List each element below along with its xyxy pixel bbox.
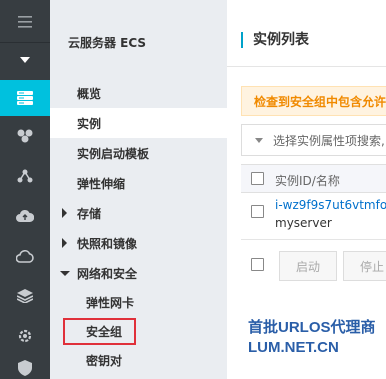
- gear-icon[interactable]: [0, 318, 50, 354]
- sidebar-item-label: 弹性伸缩: [77, 176, 126, 191]
- instance-name: myserver: [275, 216, 332, 230]
- sidebar-item-auto-scaling[interactable]: 弹性伸缩: [50, 168, 227, 198]
- menu-icon[interactable]: [0, 4, 50, 40]
- watermark-line1: 首批URLOS代理商: [248, 319, 376, 336]
- sidebar-item-label: 实例: [77, 116, 102, 131]
- sidebar-item-label: 实例启动模板: [77, 146, 150, 161]
- sidebar-subitem-label: 弹性网卡: [86, 295, 135, 310]
- sidebar-item-label: 快照和镜像: [77, 236, 138, 251]
- bulk-select-checkbox[interactable]: [251, 258, 264, 271]
- sidebar-item-instances[interactable]: 实例: [50, 108, 227, 138]
- sidebar-title: 云服务器 ECS: [68, 36, 147, 50]
- stop-button[interactable]: 停止: [343, 251, 386, 281]
- sidebar-item-storage[interactable]: 存储: [50, 198, 227, 228]
- sidebar-item-label: 网络和安全: [77, 266, 138, 281]
- highlight-box: [63, 318, 136, 345]
- sidebar-item-label: 概览: [77, 86, 102, 101]
- sidebar-item-network-security[interactable]: 网络和安全: [50, 258, 227, 288]
- cluster-icon[interactable]: [0, 118, 50, 154]
- select-all-checkbox[interactable]: [251, 172, 264, 185]
- cloud-icon[interactable]: [0, 238, 50, 274]
- network-icon[interactable]: [0, 158, 50, 194]
- watermark-line2: LUM.NET.CN: [248, 339, 339, 356]
- row-checkbox[interactable]: [251, 205, 264, 218]
- sidebar-item-overview[interactable]: 概览: [50, 78, 227, 108]
- sidebar-item-label: 存储: [77, 206, 102, 221]
- row-divider: [241, 239, 386, 240]
- instance-id-link[interactable]: i-wz9f9s7ut6vtmfog: [275, 198, 386, 212]
- sidebar-subitem-label: 密钥对: [86, 353, 123, 368]
- table-header: 实例ID/名称: [241, 165, 386, 193]
- chevron-right-icon: [62, 208, 67, 218]
- search-placeholder: 选择实例属性项搜索,: [273, 133, 385, 148]
- start-button-label: 启动: [295, 259, 320, 274]
- chevron-right-icon: [62, 238, 67, 248]
- server-icon[interactable]: [0, 80, 50, 116]
- icon-rail: [0, 0, 50, 379]
- watermark: 首批URLOS代理商 LUM.NET.CN: [248, 318, 376, 358]
- layers-icon[interactable]: [0, 278, 50, 314]
- instance-search-input[interactable]: 选择实例属性项搜索,: [241, 124, 386, 156]
- chevron-down-icon[interactable]: [0, 42, 50, 78]
- page-title: 实例列表: [241, 32, 309, 48]
- warning-text: 检查到安全组中包含允许: [254, 94, 386, 109]
- shield-icon[interactable]: [0, 350, 50, 379]
- chevron-down-icon: [60, 271, 70, 276]
- start-button[interactable]: 启动: [279, 251, 337, 281]
- sidebar-item-snapshots-images[interactable]: 快照和镜像: [50, 228, 227, 258]
- stop-button-label: 停止: [359, 259, 384, 274]
- chevron-down-icon: [255, 137, 263, 143]
- column-header-id-name: 实例ID/名称: [275, 174, 340, 188]
- cloud-upload-icon[interactable]: [0, 198, 50, 234]
- header-divider: [227, 66, 386, 67]
- sidebar-subitem-key-pairs[interactable]: 密钥对: [50, 346, 227, 374]
- sidebar-item-launch-templates[interactable]: 实例启动模板: [50, 138, 227, 168]
- sidebar-subitem-eni[interactable]: 弹性网卡: [50, 288, 227, 316]
- security-warning-banner: 检查到安全组中包含允许: [241, 86, 386, 116]
